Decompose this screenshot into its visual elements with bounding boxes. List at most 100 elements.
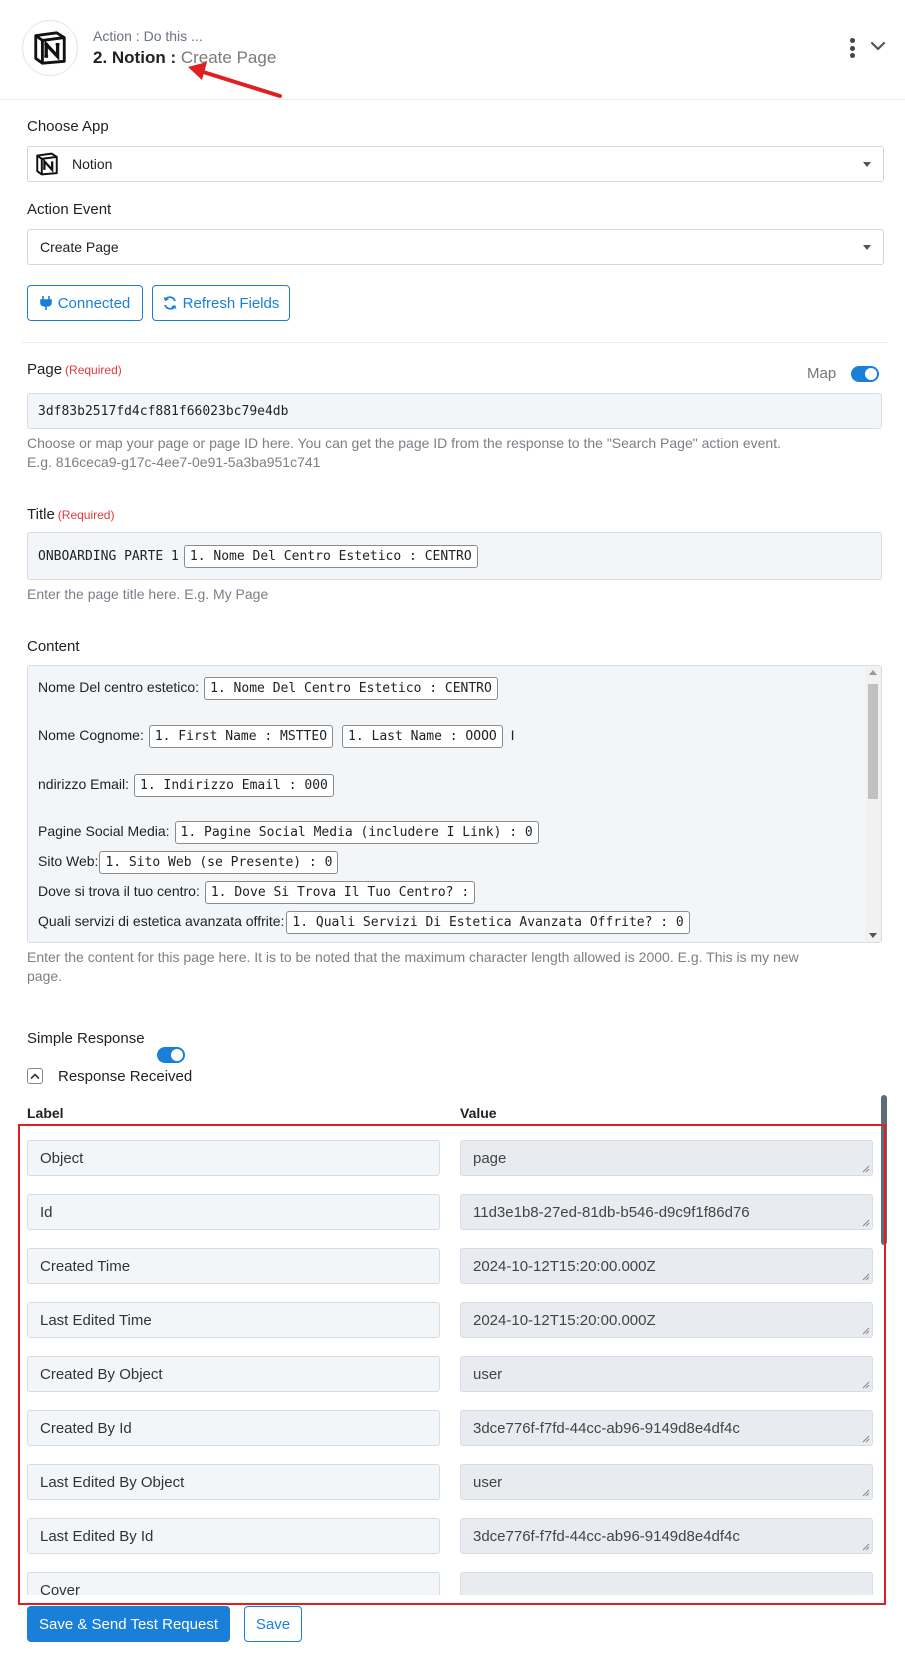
required-marker: (Required) — [65, 363, 122, 377]
response-label-field: Created By Object — [27, 1356, 440, 1392]
response-label-field: Id — [27, 1194, 440, 1230]
content-row: Dove si trova il tuo centro: 1. Dove Si T… — [38, 881, 476, 904]
page-id-input[interactable]: 3df83b2517fd4cf881f66023bc79e4db — [27, 393, 882, 429]
step-app-name: 2. Notion : — [93, 48, 181, 67]
content-row-text: Sito Web: — [38, 853, 99, 869]
response-value-field[interactable]: 3dce776f-f7fd-44cc-ab96-9149d8e4df4c — [460, 1518, 873, 1554]
resize-handle-icon[interactable] — [862, 1327, 870, 1335]
content-mapped-token[interactable]: 1. Nome Del Centro Estetico : CENTRO — [204, 677, 498, 700]
notion-app-logo — [22, 20, 78, 76]
response-value-field[interactable] — [460, 1572, 873, 1595]
response-value-text: page — [473, 1149, 507, 1167]
save-button[interactable]: Save — [244, 1606, 302, 1642]
title-mapped-token[interactable]: 1. Nome Del Centro Estetico : CENTRO — [183, 544, 478, 568]
scroll-up-icon[interactable] — [869, 670, 877, 675]
refresh-fields-button[interactable]: Refresh Fields — [152, 285, 290, 321]
action-event-label: Action Event — [27, 201, 112, 218]
content-hint-line2: page. — [27, 968, 63, 984]
response-label-field: Object — [27, 1140, 440, 1176]
response-value-field[interactable]: 2024-10-12T15:20:00.000Z — [460, 1248, 873, 1284]
simple-response-toggle[interactable] — [157, 1047, 185, 1063]
content-mapped-token[interactable]: 1. Dove Si Trova Il Tuo Centro? : — [204, 881, 476, 904]
resize-handle-icon[interactable] — [862, 1435, 870, 1443]
content-mapped-token[interactable]: 1. Pagine Social Media (includere I Link… — [174, 821, 539, 844]
content-mapped-token[interactable]: 1. First Name : MSTTEO — [148, 725, 334, 748]
response-value-field[interactable]: user — [460, 1356, 873, 1392]
save-send-test-button[interactable]: Save & Send Test Request — [27, 1606, 230, 1642]
response-value-text: 3dce776f-f7fd-44cc-ab96-9149d8e4df4c — [473, 1527, 740, 1545]
more-options-icon[interactable] — [849, 38, 855, 58]
content-mapped-token[interactable]: 1. Last Name : OOOO — [342, 725, 503, 748]
resize-handle-icon[interactable] — [862, 1489, 870, 1497]
response-received-label: Response Received — [58, 1068, 193, 1085]
content-row: Nome Del centro estetico: 1. Nome Del Cen… — [38, 677, 498, 700]
resize-handle-icon[interactable] — [862, 1219, 870, 1227]
content-textarea[interactable]: Nome Del centro estetico: 1. Nome Del Cen… — [27, 665, 882, 943]
response-label-field: Last Edited By Object — [27, 1464, 440, 1500]
resize-handle-icon[interactable] — [862, 1165, 870, 1173]
response-value-text: user — [473, 1365, 503, 1383]
content-row-text: ndirizzo Email: — [38, 776, 130, 792]
chevron-up-icon — [30, 1073, 40, 1079]
scroll-down-icon[interactable] — [869, 933, 877, 938]
title-prefix-text: ONBOARDING PARTE 1 — [38, 548, 179, 564]
resize-handle-icon[interactable] — [862, 1273, 870, 1281]
label-column-header: Label — [27, 1105, 64, 1121]
connected-label: Connected — [57, 294, 131, 312]
response-value-field[interactable]: 2024-10-12T15:20:00.000Z — [460, 1302, 873, 1338]
required-marker: (Required) — [57, 508, 115, 522]
page-scrollbar-thumb[interactable] — [881, 1095, 887, 1245]
refresh-fields-label: Refresh Fields — [182, 294, 280, 312]
title-input[interactable]: ONBOARDING PARTE 1 1. Nome Del Centro Es… — [27, 532, 882, 580]
content-row-text: Pagine Social Media: — [38, 823, 170, 839]
collapse-response-button[interactable] — [27, 1068, 43, 1084]
choose-app-select[interactable]: Notion — [27, 146, 884, 182]
caret-down-icon — [863, 162, 871, 167]
content-mapped-token[interactable]: 1. Sito Web (se Presente) : 0 — [99, 851, 339, 874]
map-label: Map — [807, 365, 837, 382]
map-toggle[interactable] — [851, 366, 879, 382]
content-row: Nome Cognome: 1. First Name : MSTTEO 1. La… — [38, 725, 515, 748]
notion-logo-icon — [34, 31, 66, 65]
content-field-label: Content — [27, 638, 80, 655]
response-label-field: Last Edited By Id — [27, 1518, 440, 1554]
content-row: Sito Web: 1. Sito Web (se Presente) : 0 — [38, 851, 339, 874]
response-label-field: Created By Id — [27, 1410, 440, 1446]
content-row-text: Quali servizi di estetica avanzata offri… — [38, 913, 285, 929]
resize-handle-icon[interactable] — [862, 1543, 870, 1551]
response-value-field[interactable]: user — [460, 1464, 873, 1500]
response-value-field[interactable]: 3dce776f-f7fd-44cc-ab96-9149d8e4df4c — [460, 1410, 873, 1446]
title-label-text: Title — [27, 506, 55, 523]
content-row-text: Nome Cognome: — [38, 727, 144, 743]
content-mapped-token[interactable]: 1. Indirizzo Email : 000 — [134, 774, 334, 797]
response-value-field[interactable]: page — [460, 1140, 873, 1176]
content-row: Pagine Social Media: 1. Pagine Social Med… — [38, 821, 539, 844]
plug-icon — [39, 296, 52, 310]
content-row: Quali servizi di estetica avanzata offri… — [38, 911, 690, 934]
chevron-down-icon[interactable] — [868, 36, 888, 56]
response-label-field: Last Edited Time — [27, 1302, 440, 1338]
page-hint-line1: Choose or map your page or page ID here.… — [27, 435, 781, 451]
choose-app-value: Notion — [72, 156, 113, 172]
content-row-text: Dove si trova il tuo centro: — [38, 883, 200, 899]
response-rows: Object page Id 11d3e1b8-27ed-81db-b546-d9c9… — [0, 1125, 905, 1595]
value-column-header: Value — [460, 1105, 497, 1121]
content-row-trail: I — [510, 727, 515, 743]
resize-handle-icon[interactable] — [862, 1381, 870, 1389]
notion-icon — [36, 152, 58, 176]
scrollbar-thumb[interactable] — [868, 684, 878, 799]
content-row-text: Nome Del centro estetico: — [38, 679, 200, 695]
content-hint-line1: Enter the content for this page here. It… — [27, 949, 799, 965]
annotation-arrow-icon — [188, 62, 282, 98]
action-event-select[interactable]: Create Page — [27, 229, 884, 265]
response-value-field[interactable]: 11d3e1b8-27ed-81db-b546-d9c9f1f86d76 — [460, 1194, 873, 1230]
simple-response-label: Simple Response — [27, 1030, 145, 1047]
connected-button[interactable]: Connected — [27, 285, 143, 321]
response-value-text: 2024-10-12T15:20:00.000Z — [473, 1257, 656, 1275]
step-kicker: Action : Do this ... — [93, 28, 203, 44]
page-field-label: Page (Required) — [27, 361, 122, 378]
content-mapped-token[interactable]: 1. Quali Servizi Di Estetica Avanzata Of… — [286, 911, 690, 934]
response-value-text: 2024-10-12T15:20:00.000Z — [473, 1311, 656, 1329]
content-scrollbar[interactable] — [865, 666, 881, 942]
response-label-field: Created Time — [27, 1248, 440, 1284]
